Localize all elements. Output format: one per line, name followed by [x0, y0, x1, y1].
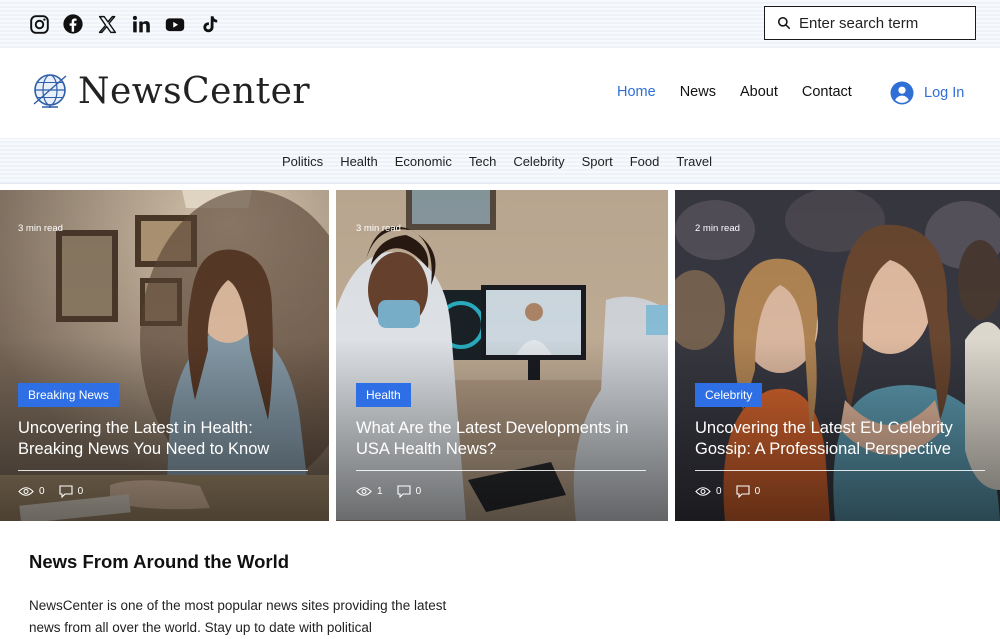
comments-count: 0: [415, 486, 422, 497]
article-headline[interactable]: Uncovering the Latest EU Celebrity Gossi…: [695, 418, 987, 460]
search-icon: [777, 16, 791, 30]
divider: [18, 470, 308, 471]
divider: [695, 470, 985, 471]
category-food[interactable]: Food: [630, 154, 660, 169]
main-nav: Home News About Contact: [617, 84, 852, 100]
section-title: News From Around the World: [29, 551, 290, 572]
article-card[interactable]: 3 min read Health What Are the Latest De…: [336, 190, 668, 521]
instagram-icon[interactable]: [28, 13, 50, 35]
search-box[interactable]: [764, 6, 976, 40]
nav-home[interactable]: Home: [617, 84, 656, 100]
comments-count: 0: [754, 486, 761, 497]
x-icon[interactable]: [96, 13, 118, 35]
social-bar: [0, 0, 1000, 48]
comments-count: 0: [77, 486, 84, 497]
article-card[interactable]: 2 min read Celebrity Uncovering the Late…: [675, 190, 1000, 521]
category-badge[interactable]: Health: [356, 383, 411, 407]
search-input[interactable]: [799, 14, 969, 32]
read-time: 3 min read: [356, 223, 401, 234]
views-count: 1: [377, 486, 383, 497]
login-button[interactable]: Log In: [890, 81, 964, 105]
article-card[interactable]: 3 min read Breaking News Uncovering the …: [0, 190, 329, 521]
divider: [356, 470, 646, 471]
comments-stat[interactable]: 0: [736, 485, 761, 498]
category-badge[interactable]: Celebrity: [695, 383, 763, 407]
article-headline[interactable]: What Are the Latest Developments in USA …: [356, 418, 648, 460]
article-headline[interactable]: Uncovering the Latest in Health: Breakin…: [18, 418, 310, 460]
category-health[interactable]: Health: [340, 154, 378, 169]
eye-icon: [18, 487, 34, 496]
category-politics[interactable]: Politics: [282, 154, 323, 169]
article-stats: 1 0: [356, 485, 435, 498]
comment-icon: [736, 485, 750, 498]
read-time: 2 min read: [695, 223, 740, 234]
article-stats: 0 0: [18, 485, 97, 498]
views-count: 0: [716, 486, 722, 497]
comment-icon: [59, 485, 73, 498]
category-bar: Politics Health Economic Tech Celebrity …: [0, 138, 1000, 184]
comments-stat[interactable]: 0: [397, 485, 422, 498]
read-time: 3 min read: [18, 223, 63, 234]
login-label: Log In: [924, 85, 965, 101]
youtube-icon[interactable]: [164, 13, 186, 35]
views-stat: 0: [695, 486, 722, 497]
tiktok-icon[interactable]: [198, 13, 220, 35]
comments-stat[interactable]: 0: [59, 485, 84, 498]
category-economic[interactable]: Economic: [395, 154, 452, 169]
views-stat: 1: [356, 486, 383, 497]
nav-about[interactable]: About: [740, 84, 778, 100]
social-links: [28, 13, 220, 35]
nav-contact[interactable]: Contact: [802, 84, 852, 100]
category-list: Politics Health Economic Tech Celebrity …: [282, 154, 712, 169]
category-sport[interactable]: Sport: [582, 154, 613, 169]
facebook-icon[interactable]: [62, 13, 84, 35]
views-stat: 0: [18, 486, 45, 497]
user-avatar-icon: [890, 81, 914, 105]
category-tech[interactable]: Tech: [469, 154, 496, 169]
globe-icon: [33, 74, 67, 108]
site-header: NewsCenter Home News About Contact Log I…: [0, 48, 1000, 138]
brand-name: NewsCenter: [78, 70, 311, 112]
eye-icon: [356, 487, 372, 496]
featured-articles: 3 min read Breaking News Uncovering the …: [0, 190, 1000, 521]
category-badge[interactable]: Breaking News: [18, 383, 119, 407]
comment-icon: [397, 485, 411, 498]
article-stats: 0 0: [695, 485, 774, 498]
section-body: NewsCenter is one of the most popular ne…: [29, 598, 447, 635]
linkedin-icon[interactable]: [130, 13, 152, 35]
nav-news[interactable]: News: [680, 84, 716, 100]
category-celebrity[interactable]: Celebrity: [513, 154, 564, 169]
views-count: 0: [39, 486, 45, 497]
eye-icon: [695, 487, 711, 496]
brand-logo[interactable]: NewsCenter: [30, 70, 310, 112]
category-travel[interactable]: Travel: [676, 154, 712, 169]
